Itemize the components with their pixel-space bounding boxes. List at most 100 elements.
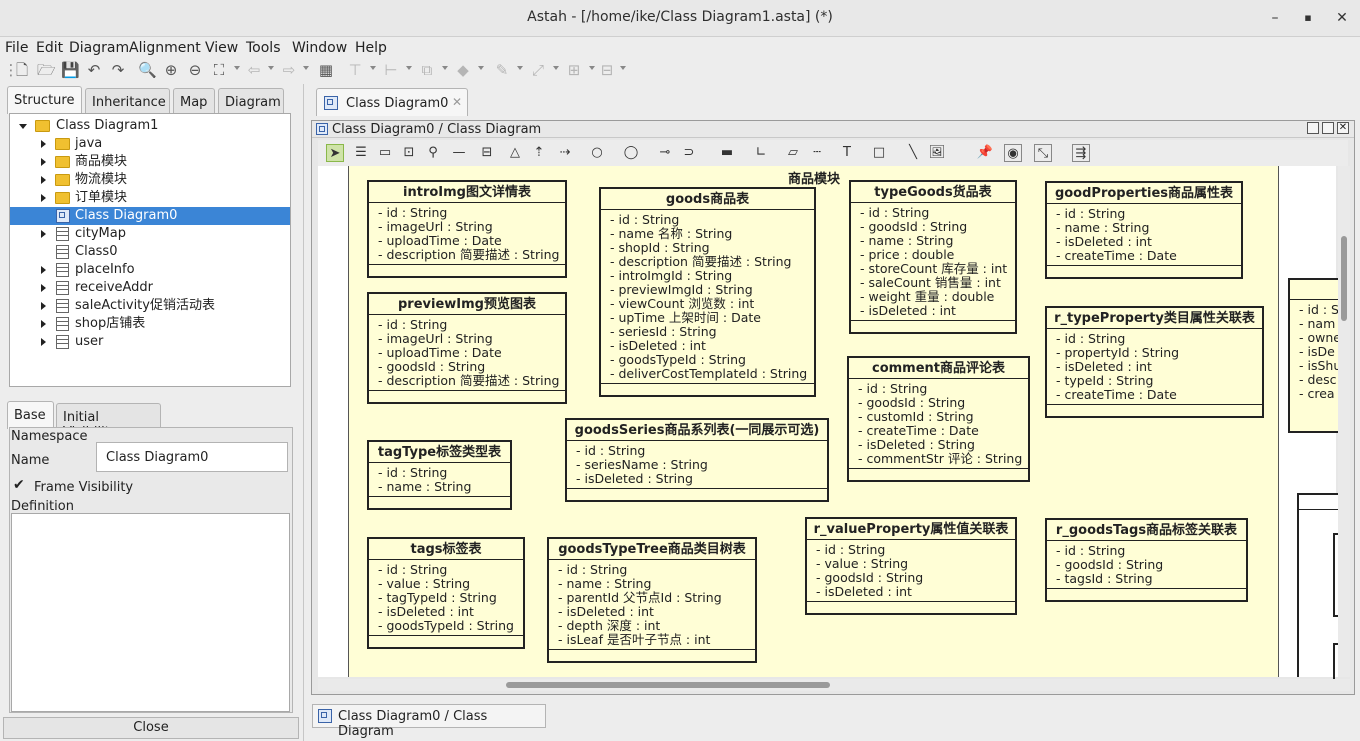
menu-file[interactable]: File (5, 40, 28, 56)
tree-item-class0[interactable]: Class0 (10, 243, 290, 261)
layout-icon[interactable]: ⊞ (565, 61, 583, 79)
auto-layout-icon[interactable]: ⇶ (1072, 144, 1090, 162)
generalization-tool-icon[interactable]: △ (506, 144, 524, 162)
tab-class-diagram0[interactable]: Class Diagram0 ✕ (316, 88, 468, 116)
search-icon[interactable]: 🔍 (138, 61, 157, 79)
containment-tool-icon[interactable]: ∟ (752, 144, 770, 162)
align-left-icon[interactable]: ⊢ (382, 61, 400, 79)
realization-tool-icon[interactable]: ⇡ (530, 144, 548, 162)
zoom-in-icon[interactable]: ⊕ (162, 61, 180, 79)
tab-base[interactable]: Base (7, 401, 54, 429)
name-field[interactable] (96, 442, 288, 472)
tree-item-order-module[interactable]: 订单模块 (10, 189, 290, 207)
class-box-typegoods[interactable]: typeGoods货品表 - id : String - goodsId : S… (849, 180, 1017, 334)
save-icon[interactable]: 💾 (61, 61, 80, 79)
fill-color-icon[interactable]: ◆ (454, 61, 472, 79)
tree-item-placeinfo[interactable]: placeInfo (10, 261, 290, 279)
tab-inheritance[interactable]: Inheritance (85, 88, 170, 114)
menu-tools[interactable]: Tools (246, 40, 281, 56)
interface-tool-icon[interactable]: ⚲ (424, 144, 442, 162)
structure-tree[interactable]: Class Diagram1 java 商品模块 物流模块 订单模块 Class… (9, 113, 291, 387)
grid-icon[interactable]: ▦ (317, 61, 335, 79)
fill-dropdown-icon[interactable] (478, 66, 484, 70)
select-icon[interactable]: ➤ (326, 144, 344, 162)
frame-close-icon[interactable]: ✕ (1337, 122, 1349, 134)
tab-diagram[interactable]: Diagram (218, 88, 284, 114)
class-box-previewimg[interactable]: previewImg预览图表 - id : String - imageUrl … (367, 292, 567, 404)
maximize-button[interactable]: ▪ (1298, 8, 1318, 28)
class-tool-icon[interactable]: ☰ (352, 144, 370, 162)
dependency-tool-icon[interactable]: ⇢ (556, 144, 574, 162)
fit-dropdown-icon[interactable] (234, 66, 240, 70)
menu-edit[interactable]: Edit (36, 40, 63, 56)
align-top-icon[interactable]: ⊤ (346, 61, 364, 79)
tree-item-root[interactable]: Class Diagram1 (10, 117, 290, 135)
tree-item-java[interactable]: java (10, 135, 290, 153)
tab-close-icon[interactable]: ✕ (452, 95, 462, 109)
menu-diagram[interactable]: Diagram (69, 40, 129, 56)
class-box-goodproperties[interactable]: goodProperties商品属性表 - id : String - name… (1045, 181, 1243, 279)
minimize-button[interactable]: – (1265, 8, 1285, 28)
package-tool-icon[interactable]: ▭ (376, 144, 394, 162)
zoom-out-icon[interactable]: ⊖ (186, 61, 204, 79)
note-tool-icon[interactable]: ▱ (784, 144, 802, 162)
back-icon[interactable]: ⇦ (245, 61, 263, 79)
expand-icon[interactable] (41, 302, 46, 310)
expand-icon[interactable] (41, 320, 46, 328)
partial-frame[interactable] (1297, 493, 1340, 683)
line-color-icon[interactable]: ✎ (493, 61, 511, 79)
tree-layout-icon[interactable]: ⊟ (598, 61, 616, 79)
pin-icon[interactable]: 📌 (976, 144, 994, 162)
tab-initial-visibility[interactable]: Initial Visibility (56, 403, 161, 440)
tree-item-shop[interactable]: shop店铺表 (10, 315, 290, 333)
menu-window[interactable]: Window (292, 40, 347, 56)
tree-item-goods-module[interactable]: 商品模块 (10, 153, 290, 171)
expand-icon[interactable] (41, 230, 46, 238)
line-mode-icon[interactable]: ⤡ (1034, 144, 1052, 162)
instance-tool-icon[interactable]: ○ (588, 144, 606, 162)
tab-map[interactable]: Map (173, 88, 215, 114)
tree-item-user[interactable]: user (10, 333, 290, 351)
align-dropdown-icon[interactable] (370, 66, 376, 70)
line-style-icon[interactable]: ⤢ (529, 61, 547, 79)
tree-item-citymap[interactable]: cityMap (10, 225, 290, 243)
tree-item-class-diagram0[interactable]: Class Diagram0 (10, 207, 290, 225)
class-box-goods[interactable]: goods商品表 - id : String - name 名称 : Strin… (599, 187, 816, 397)
expand-icon[interactable] (41, 266, 46, 274)
diagram-breadcrumb-tab[interactable]: Class Diagram0 / Class Diagram (312, 704, 546, 739)
definition-textarea[interactable] (11, 513, 290, 712)
line-style-dropdown-icon[interactable] (553, 66, 559, 70)
class-box-r-goodstags[interactable]: r_goodsTags商品标签关联表 - id : String - goods… (1045, 518, 1248, 602)
rectangle-tool-icon[interactable]: □ (870, 144, 888, 162)
expand-icon[interactable] (41, 158, 46, 166)
forward-icon[interactable]: ⇨ (280, 61, 298, 79)
object-tool-icon[interactable]: ◯ (622, 144, 640, 162)
expand-open-icon[interactable] (19, 124, 27, 129)
expand-icon[interactable] (41, 194, 46, 202)
class-box-introimg[interactable]: introImg图文详情表 - id : String - imageUrl :… (367, 180, 567, 278)
class-box-tagtype[interactable]: tagType标签类型表 - id : String - name : Stri… (367, 440, 512, 510)
class-box-goodstypetree[interactable]: goodsTypeTree商品类目树表 - id : String - name… (547, 537, 757, 663)
fit-window-icon[interactable]: ⛶ (210, 61, 228, 79)
class-box-comment[interactable]: comment商品评论表 - id : String - goodsId : S… (847, 356, 1030, 482)
frame-visibility-checkbox[interactable]: ✔ (13, 477, 25, 493)
menu-alignment[interactable]: Alignment (129, 40, 201, 56)
tree-item-logistics-module[interactable]: 物流模块 (10, 171, 290, 189)
interface-usage-icon[interactable]: ⊸ (656, 144, 674, 162)
close-button[interactable]: Close (3, 717, 299, 739)
distribute-icon[interactable]: ⧉ (418, 61, 436, 79)
class-box-tags[interactable]: tags标签表 - id : String - value : String -… (367, 537, 525, 649)
tree-item-saleactivity[interactable]: saleActivity促销活动表 (10, 297, 290, 315)
note-anchor-icon[interactable]: ┄ (808, 144, 826, 162)
vertical-scrollbar[interactable] (1338, 166, 1350, 677)
subsystem-tool-icon[interactable]: ⊡ (400, 144, 418, 162)
vertical-scroll-thumb[interactable] (1341, 236, 1347, 321)
new-file-icon[interactable]: 🗋 (13, 61, 31, 79)
tree-layout-dropdown-icon[interactable] (620, 66, 626, 70)
horizontal-scrollbar[interactable] (318, 679, 1350, 691)
frame-minimize-icon[interactable] (1307, 122, 1319, 134)
class-box-goodsseries[interactable]: goodsSeries商品系列表(一同展示可选) - id : String -… (565, 418, 829, 502)
required-interface-icon[interactable]: ⊃ (680, 144, 698, 162)
tab-structure[interactable]: Structure (7, 86, 82, 114)
class-box-r-valueproperty[interactable]: r_valueProperty属性值关联表 - id : String - va… (805, 517, 1017, 615)
